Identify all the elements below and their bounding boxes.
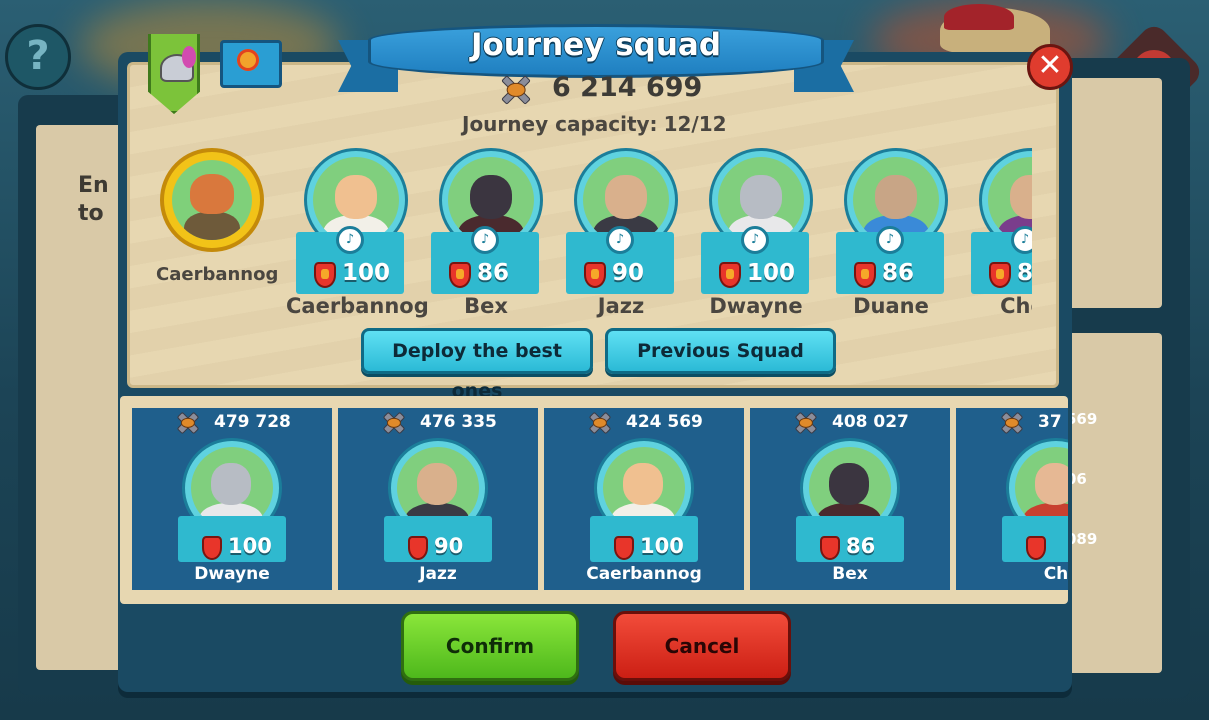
deploy-best-button[interactable]: Deploy the best ones [361, 328, 593, 402]
fox-leader-icon [190, 174, 234, 214]
hero-name: Jazz [597, 294, 645, 318]
hero-name: Duane [853, 294, 929, 318]
capacity-label: Journey capacity: [462, 112, 658, 136]
roster-hero-card[interactable]: 479 728 100 Dwayne [132, 408, 332, 590]
crossed-swords-icon [584, 412, 616, 434]
hero-name: Jazz [419, 564, 457, 584]
squad-hero-card[interactable]: ♪ 90 Jazz [566, 148, 696, 318]
level-shield-icon [854, 262, 876, 288]
shield-role-icon: ♪ [741, 226, 769, 254]
music-role-icon: ♪ [876, 226, 904, 254]
level-shield-icon [989, 262, 1011, 288]
hero-power-value: 408 027 [832, 412, 909, 432]
squad-hero-card[interactable]: ♪ 8 Chel [971, 148, 1032, 318]
hero-name: Caerbannog [286, 294, 429, 318]
crossed-swords-icon [378, 412, 410, 434]
crossed-swords-icon [494, 74, 538, 106]
roster-hero-card[interactable]: 476 335 90 Jazz [338, 408, 538, 590]
hero-name: Bex [832, 564, 868, 584]
hero-power-value: 476 335 [420, 412, 497, 432]
level-shield-icon [202, 536, 222, 560]
hero-level: 100 [342, 260, 391, 286]
level-shield-icon [408, 536, 428, 560]
hero-name: Dwayne [709, 294, 803, 318]
music-role-icon: ♪ [336, 226, 364, 254]
hero-name: Bex [464, 294, 508, 318]
roster-hero-card[interactable]: 37 Ch [956, 408, 1068, 590]
hero-name: Ch [1043, 564, 1068, 584]
level-shield-icon [449, 262, 471, 288]
confirm-button[interactable]: Confirm [401, 611, 579, 681]
hero-level: 86 [846, 534, 876, 558]
level-shield-icon [584, 262, 606, 288]
hero-level: 100 [640, 534, 684, 558]
music-role-icon: ♪ [1011, 226, 1032, 254]
total-power-value: 6 214 699 [552, 72, 703, 103]
journey-capacity: Journey capacity: 12/12 [462, 112, 727, 136]
cancel-button[interactable]: Cancel [613, 611, 791, 681]
crossed-swords-icon [996, 412, 1028, 434]
hero-power-value: 424 569 [626, 412, 703, 432]
crossed-swords-icon [790, 412, 822, 434]
roster-hero-card[interactable]: 408 027 86 Bex [750, 408, 950, 590]
background-right-panel [1062, 58, 1190, 698]
plume-icon [182, 46, 196, 68]
hero-level: 86 [882, 260, 915, 286]
hero-power-value: 37 [1038, 412, 1062, 432]
hero-power-value: 479 728 [214, 412, 291, 432]
level-shield-icon [314, 262, 336, 288]
tab-fireball[interactable] [220, 40, 282, 88]
crossed-swords-icon [172, 412, 204, 434]
hero-roster: 479 728 100 Dwayne 476 335 90 Jazz 424 569 100 C… [120, 396, 1068, 604]
squad-hero-card[interactable]: ♪ 100 Caerbannog [286, 148, 429, 318]
swirl-role-icon: ♪ [471, 226, 499, 254]
hero-level: 100 [747, 260, 796, 286]
hero-level: 8 [1017, 260, 1032, 286]
leader-portrait [160, 148, 264, 252]
level-shield-icon [1026, 536, 1046, 560]
total-power: 6 214 699 [494, 72, 714, 108]
level-shield-icon [820, 536, 840, 560]
capacity-value: 12/12 [663, 112, 727, 136]
hero-level: 86 [477, 260, 510, 286]
level-shield-icon [719, 262, 741, 288]
help-button[interactable]: ? [5, 24, 71, 90]
dialog-title: Journey squad [470, 27, 722, 63]
hero-level: 90 [612, 260, 645, 286]
squad-hero-card[interactable]: ♪ 100 Dwayne [701, 148, 831, 318]
dialog-close-button[interactable]: ✕ [1027, 44, 1073, 90]
hero-level: 100 [228, 534, 272, 558]
hero-name: Dwayne [194, 564, 270, 584]
level-shield-icon [614, 536, 634, 560]
swirl-role-icon: ♪ [606, 226, 634, 254]
roster-hero-card[interactable]: 424 569 100 Caerbannog [544, 408, 744, 590]
tab-helmet[interactable] [138, 34, 204, 116]
squad-hero-card[interactable]: ♪ 86 Duane [836, 148, 966, 318]
previous-squad-button[interactable]: Previous Squad [605, 328, 836, 374]
pirate-character-icon [940, 4, 1050, 53]
hero-level: 90 [434, 534, 464, 558]
background-partial-text: En to [78, 173, 109, 226]
fireball-icon [237, 49, 259, 71]
hero-name: Caerbannog [586, 564, 702, 584]
squad-hero-card[interactable]: ♪ 86 Bex [431, 148, 561, 318]
hero-name: Chel [1000, 294, 1032, 318]
leader-name: Caerbannog [156, 264, 279, 285]
